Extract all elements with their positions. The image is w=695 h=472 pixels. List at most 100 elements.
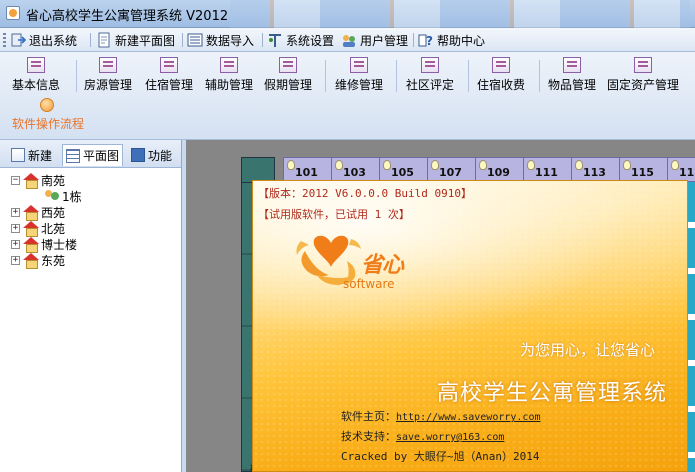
tab-functions[interactable]: 功能 <box>128 144 175 166</box>
goods-management-icon <box>563 57 581 73</box>
housing-management-button[interactable]: 房源管理 <box>84 57 132 97</box>
bulb-icon <box>479 160 487 170</box>
accommodation-management-icon <box>160 57 178 73</box>
users-icon <box>341 32 357 48</box>
tree-item-beiyuan[interactable]: + 北苑 <box>11 220 65 237</box>
help-center-button[interactable]: ? 帮助中心 <box>418 31 485 49</box>
tree-item-label: 1栋 <box>62 189 82 204</box>
exit-system-label: 退出系统 <box>29 33 78 48</box>
community-evaluation-label: 社区评定 <box>406 78 455 92</box>
bulb-icon <box>575 160 583 170</box>
accommodation-fee-button[interactable]: 住宿收费 <box>477 57 525 97</box>
version-text: 【版本：2012 V6.0.0.0 Build 0910】 <box>258 187 472 200</box>
splash-dialog[interactable]: 【版本：2012 V6.0.0.0 Build 0910】 【试用版软件，已试用… <box>252 180 689 472</box>
house-icon <box>23 173 39 189</box>
collapse-icon[interactable]: − <box>11 175 20 185</box>
menu-separator <box>262 33 263 47</box>
new-plan-label: 新建平面图 <box>115 33 176 48</box>
room-117[interactable]: 117 <box>667 157 695 182</box>
tree-item-nanyuan[interactable]: − 南苑 <box>11 172 66 189</box>
new-plan-button[interactable]: 新建平面图 <box>96 31 175 49</box>
room-101[interactable]: 101 <box>283 157 331 182</box>
users-icon <box>44 189 60 203</box>
expand-icon[interactable]: + <box>11 255 20 265</box>
accommodation-management-button[interactable]: 住宿管理 <box>145 57 193 97</box>
bulb-icon <box>671 160 679 170</box>
homepage-link[interactable]: http://www.saveworry.com <box>396 412 541 423</box>
title-bar: 省心高校学生公寓管理系统 V2012 <box>0 0 695 28</box>
bulb-icon <box>527 160 535 170</box>
system-settings-label: 系统设置 <box>286 33 335 48</box>
holiday-management-label: 假期管理 <box>264 78 313 92</box>
holiday-management-button[interactable]: 假期管理 <box>264 57 312 97</box>
repair-management-button[interactable]: 维修管理 <box>335 57 383 97</box>
repair-management-label: 维修管理 <box>335 78 384 92</box>
fixed-assets-icon <box>634 57 652 73</box>
left-panel: 新建 平面图 功能 − 南苑 1栋 + 西苑 + 北苑 + 博士楼 + 东苑 <box>0 140 182 472</box>
tree-item-label: 西苑 <box>41 205 66 220</box>
system-settings-button[interactable]: 系统设置 <box>267 31 334 49</box>
goods-management-button[interactable]: 物品管理 <box>548 57 596 97</box>
basic-info-label: 基本信息 <box>12 78 61 92</box>
repair-management-icon <box>350 57 368 73</box>
bulb-icon <box>431 160 439 170</box>
basic-info-button[interactable]: 基本信息 <box>12 57 60 97</box>
toolbar-separator <box>539 60 540 92</box>
room-111[interactable]: 111 <box>523 157 571 182</box>
accommodation-management-label: 住宿管理 <box>145 78 194 92</box>
app-icon <box>6 6 20 20</box>
bulb-icon <box>623 160 631 170</box>
room-107[interactable]: 107 <box>427 157 475 182</box>
holiday-management-icon <box>279 57 297 73</box>
room-109[interactable]: 109 <box>475 157 523 182</box>
goods-management-label: 物品管理 <box>548 78 597 92</box>
help-center-label: 帮助中心 <box>437 33 486 48</box>
tree-item-building-1[interactable]: 1栋 <box>44 188 82 204</box>
functions-icon <box>131 148 145 162</box>
expand-icon[interactable]: + <box>11 223 20 233</box>
housing-management-label: 房源管理 <box>84 78 133 92</box>
data-import-button[interactable]: 数据导入 <box>187 31 254 49</box>
homepage-row: 软件主页：http://www.saveworry.com <box>341 408 541 424</box>
tree-item-label: 南苑 <box>41 173 66 188</box>
toolbar-separator <box>468 60 469 92</box>
bulb-icon <box>335 160 343 170</box>
left-panel-tabs: 新建 平面图 功能 <box>0 140 181 168</box>
user-management-label: 用户管理 <box>360 33 409 48</box>
tree-item-xiyuan[interactable]: + 西苑 <box>11 204 66 221</box>
software-process-button[interactable]: 软件操作流程 <box>12 98 84 132</box>
tree-item-dongyuan[interactable]: + 东苑 <box>11 252 65 269</box>
exit-system-button[interactable]: 退出系统 <box>10 31 77 49</box>
logo-subtext: software <box>343 277 395 291</box>
settings-icon <box>267 32 283 48</box>
tab-floor-plan[interactable]: 平面图 <box>62 144 124 166</box>
basic-info-icon <box>27 57 45 73</box>
expand-icon[interactable]: + <box>11 239 20 249</box>
cracked-credit: Cracked by 大眼仔~旭（Anan）2014 <box>341 450 540 463</box>
community-evaluation-button[interactable]: 社区评定 <box>406 57 454 97</box>
menu-bar: 退出系统 新建平面图 数据导入 系统设置 用户管理 ? 帮助中心 <box>0 28 695 52</box>
house-icon <box>23 237 39 253</box>
tab-new[interactable]: 新建 <box>8 144 55 166</box>
expand-icon[interactable]: + <box>11 207 20 217</box>
room-103[interactable]: 103 <box>331 157 379 182</box>
room-115[interactable]: 115 <box>619 157 667 182</box>
toolbar-grip[interactable] <box>3 33 6 47</box>
support-label: 技术支持： <box>341 430 396 443</box>
house-icon <box>23 221 39 237</box>
exit-icon <box>10 32 27 48</box>
room-113[interactable]: 113 <box>571 157 619 182</box>
auxiliary-management-button[interactable]: 辅助管理 <box>205 57 253 97</box>
accommodation-fee-label: 住宿收费 <box>477 78 526 92</box>
tab-functions-label: 功能 <box>148 148 173 163</box>
room-105[interactable]: 105 <box>379 157 427 182</box>
support-email-link[interactable]: save.worry@163.com <box>396 432 504 443</box>
help-icon: ? <box>418 32 434 48</box>
fixed-assets-button[interactable]: 固定资产管理 <box>607 57 679 97</box>
toolbar-separator <box>396 60 397 92</box>
housing-management-icon <box>99 57 117 73</box>
logo-text: 省心 <box>361 253 404 278</box>
tree-item-doctoral-building[interactable]: + 博士楼 <box>11 236 77 253</box>
user-management-button[interactable]: 用户管理 <box>341 31 408 49</box>
background-taskbar <box>230 0 690 28</box>
